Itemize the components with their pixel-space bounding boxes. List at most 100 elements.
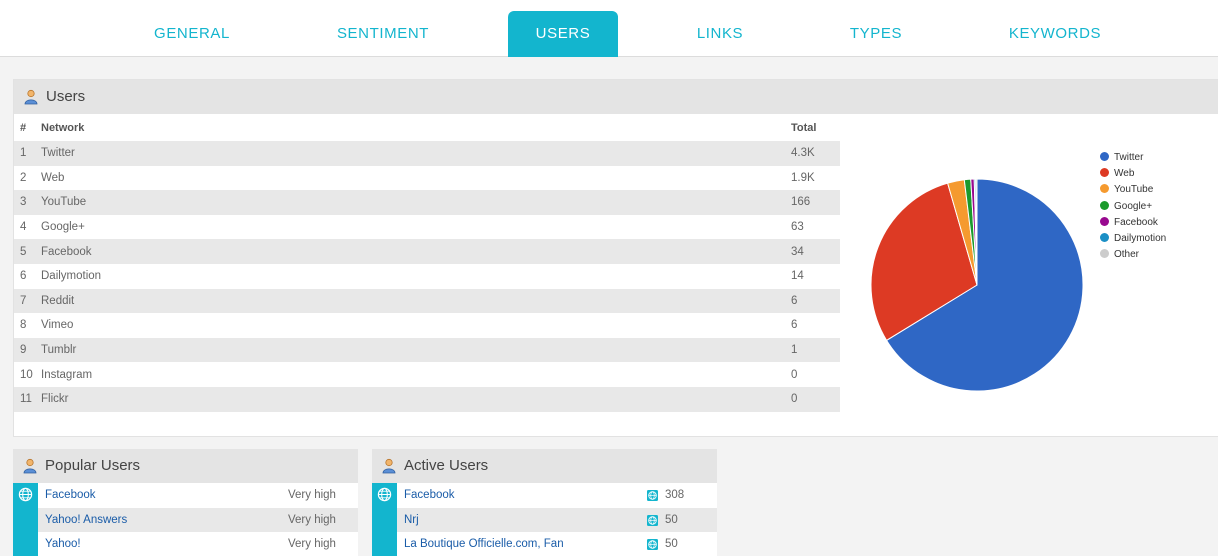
- row-num: 8: [20, 319, 27, 332]
- popular-users-header: Popular Users: [13, 449, 358, 483]
- tab-general[interactable]: GENERAL: [130, 11, 254, 57]
- user-icon: [24, 89, 38, 105]
- legend-label: Google+: [1114, 200, 1153, 212]
- legend-label: Web: [1114, 168, 1135, 180]
- user-link[interactable]: Facebook: [404, 483, 455, 508]
- row-network: Instagram: [41, 368, 93, 381]
- user-link[interactable]: Nrj: [404, 508, 419, 533]
- table-row[interactable]: 1 Twitter 4.3K: [14, 141, 840, 166]
- tab-users[interactable]: USERS: [508, 11, 618, 57]
- legend-swatch: [1100, 232, 1109, 242]
- network-rail: [13, 483, 38, 556]
- legend-item-twitter[interactable]: Twitter: [1100, 150, 1166, 166]
- legend-item-web[interactable]: Web: [1100, 166, 1166, 182]
- row-total: 6: [791, 288, 840, 314]
- column-header-num: #: [20, 121, 27, 134]
- row-num: 7: [14, 288, 41, 314]
- table-row[interactable]: 3 YouTube 166: [14, 190, 840, 215]
- legend-swatch: [1100, 216, 1109, 226]
- row-total: 166: [791, 190, 840, 215]
- row-total: 4.3K: [791, 141, 840, 166]
- table-row[interactable]: 5 Facebook 34: [14, 239, 840, 264]
- users-table: # Network Total 1 Twitter 4.3K 2 Web 1.9K 3Y…: [14, 114, 840, 412]
- row-network: Reddit: [41, 288, 791, 314]
- row-num: 11: [14, 386, 41, 412]
- row-num: 2: [20, 171, 27, 184]
- legend-item-other[interactable]: Other: [1100, 247, 1166, 263]
- table-row[interactable]: 8 Vimeo 6: [14, 313, 840, 338]
- list-item[interactable]: Facebook Very high: [38, 483, 358, 508]
- row-total: 1.9K: [791, 171, 815, 184]
- user-popularity: Very high: [288, 538, 336, 551]
- legend-swatch: [1100, 184, 1109, 194]
- user-popularity: Very high: [288, 489, 336, 501]
- row-total: 0: [791, 368, 798, 381]
- tab-types[interactable]: TYPES: [830, 11, 922, 57]
- row-network: Tumblr: [41, 337, 791, 363]
- legend-item-youtube[interactable]: YouTube: [1100, 182, 1166, 198]
- legend-item-dailymotion[interactable]: Dailymotion: [1100, 231, 1166, 247]
- table-row[interactable]: 7 Reddit 6: [14, 288, 840, 314]
- list-item[interactable]: Facebook 308: [397, 483, 717, 508]
- row-network: Facebook: [41, 239, 791, 264]
- active-users-panel: Active Users Facebook 308 Nrj 50 La Bout…: [372, 449, 717, 556]
- row-network: YouTube: [41, 190, 791, 215]
- tab-links[interactable]: LINKS: [672, 11, 768, 57]
- legend-item-google-plus[interactable]: Google+: [1100, 199, 1166, 215]
- row-num: 4: [20, 221, 27, 234]
- row-total: 0: [791, 386, 840, 412]
- table-row[interactable]: 9 Tumblr 1: [14, 337, 840, 363]
- table-row[interactable]: 11 Flickr 0: [14, 386, 840, 412]
- user-link[interactable]: La Boutique Officielle.com, Fan: [404, 532, 564, 556]
- list-item[interactable]: La Boutique Officielle.com, Fan 50: [397, 532, 717, 556]
- column-header-network: Network: [41, 121, 85, 134]
- row-network: Dailymotion: [41, 270, 102, 283]
- popular-users-panel: Popular Users Facebook Very high Yahoo! …: [13, 449, 358, 556]
- popular-users-title: Popular Users: [45, 457, 141, 474]
- column-header-total: Total: [791, 121, 817, 134]
- user-link[interactable]: Yahoo! Answers: [45, 508, 127, 533]
- row-network: Twitter: [41, 141, 791, 166]
- user-activity-count: 50: [665, 538, 678, 551]
- table-row[interactable]: 10 Instagram 0: [14, 362, 840, 387]
- legend-swatch: [1100, 168, 1109, 178]
- user-icon: [382, 458, 396, 474]
- tab-sentiment[interactable]: SENTIMENT: [318, 11, 448, 57]
- user-activity-count: 50: [665, 513, 678, 526]
- row-network: Google+: [41, 221, 85, 234]
- row-network: Vimeo: [41, 319, 74, 332]
- tab-keywords[interactable]: KEYWORDS: [995, 11, 1115, 57]
- user-icon: [23, 458, 37, 474]
- row-num: 5: [14, 239, 41, 264]
- list-item[interactable]: Yahoo! Very high: [38, 532, 358, 556]
- legend-label: YouTube: [1114, 184, 1154, 196]
- legend-swatch: [1100, 200, 1109, 210]
- users-panel-title: Users: [46, 88, 86, 105]
- globe-icon: [377, 487, 392, 502]
- list-item[interactable]: Nrj 50: [397, 507, 717, 533]
- active-users-header: Active Users: [372, 449, 717, 483]
- globe-icon: [647, 539, 658, 551]
- user-link[interactable]: Facebook: [45, 483, 96, 508]
- table-row[interactable]: 2 Web 1.9K: [14, 166, 840, 191]
- globe-icon: [18, 487, 33, 502]
- table-row[interactable]: 6 Dailymotion 14: [14, 264, 840, 289]
- row-total: 6: [791, 319, 798, 332]
- active-users-title: Active Users: [404, 457, 489, 474]
- user-popularity: Very high: [288, 513, 336, 526]
- row-num: 3: [14, 190, 41, 215]
- legend-item-facebook[interactable]: Facebook: [1100, 215, 1166, 231]
- list-item[interactable]: Yahoo! Answers Very high: [38, 507, 358, 533]
- chart-legend: Twitter Web YouTube Google+ Facebook Dai…: [1100, 150, 1166, 263]
- table-row[interactable]: 4 Google+ 63: [14, 215, 840, 240]
- legend-swatch: [1100, 152, 1109, 161]
- legend-label: Other: [1114, 249, 1140, 261]
- globe-icon: [647, 514, 658, 526]
- row-total: 63: [791, 221, 804, 234]
- network-pie-chart: [870, 178, 1084, 392]
- user-link[interactable]: Yahoo!: [45, 532, 81, 556]
- row-network: Web: [41, 171, 65, 184]
- globe-icon: [647, 490, 658, 501]
- row-total: 34: [791, 239, 840, 264]
- legend-label: Twitter: [1114, 152, 1144, 163]
